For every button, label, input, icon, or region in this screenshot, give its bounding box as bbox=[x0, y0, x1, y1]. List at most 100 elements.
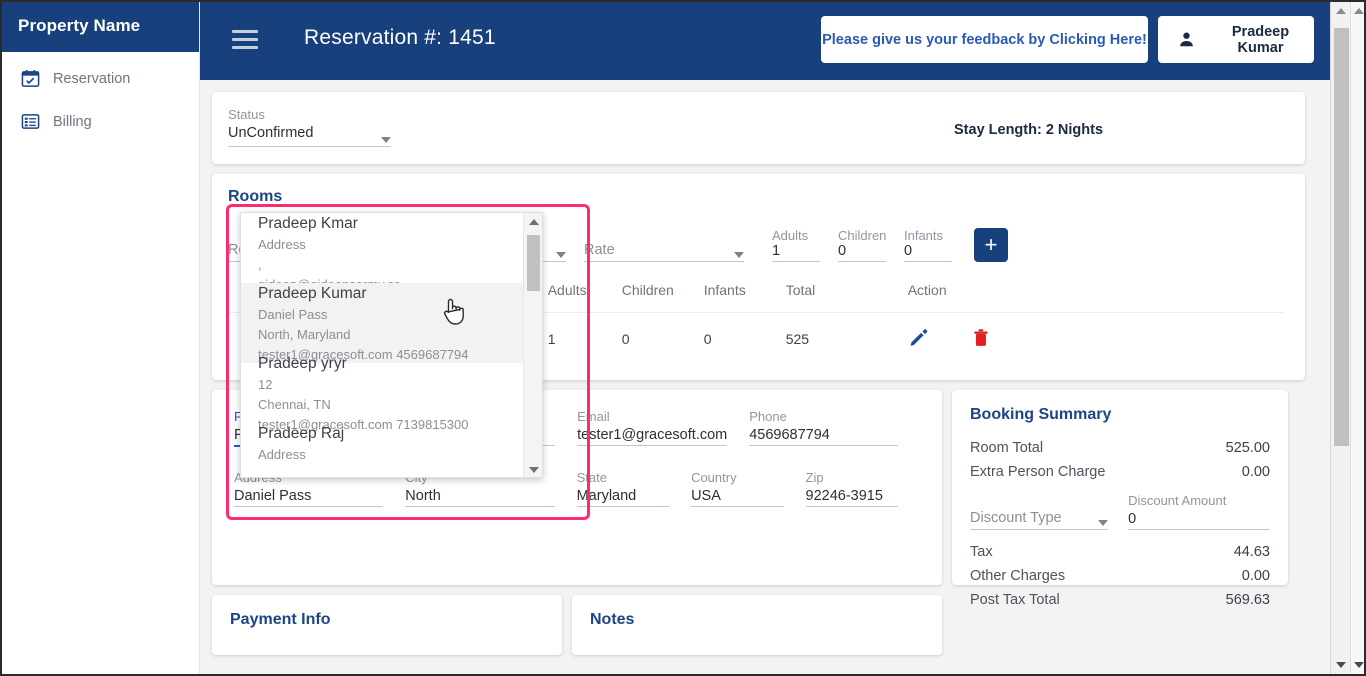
autocomplete-line2: Chennai, TN bbox=[258, 397, 331, 412]
autocomplete-line1: Daniel Pass bbox=[258, 307, 328, 322]
list-item[interactable]: Pradeep Raj Address bbox=[241, 423, 525, 477]
rate-select[interactable]: Rate bbox=[584, 242, 744, 262]
chevron-down-icon bbox=[734, 252, 744, 258]
summary-label: Tax bbox=[970, 544, 993, 560]
page-title: Reservation #: 1451 bbox=[304, 26, 496, 49]
status-label: Status bbox=[228, 107, 265, 122]
scroll-down-arrow-icon[interactable] bbox=[1353, 662, 1364, 668]
browser-vertical-scrollbar[interactable] bbox=[1350, 0, 1366, 676]
email-value: tester1@gracesoft.com bbox=[577, 425, 728, 446]
user-menu-button[interactable]: Pradeep Kumar bbox=[1158, 16, 1314, 63]
phone-value: 4569687794 bbox=[749, 425, 898, 446]
feedback-button[interactable]: Please give us your feedback by Clicking… bbox=[821, 16, 1148, 63]
guest-autocomplete-dropdown[interactable]: Pradeep Kmar Address , gideon@gideonsarm… bbox=[240, 212, 543, 478]
discount-amount-label: Discount Amount bbox=[1128, 493, 1227, 508]
sidebar-item-billing[interactable]: Billing bbox=[0, 100, 199, 143]
trash-icon[interactable] bbox=[971, 328, 991, 351]
status-select[interactable]: Status UnConfirmed bbox=[228, 106, 391, 147]
mouse-cursor-pointer-icon bbox=[440, 296, 466, 333]
hamburger-icon[interactable] bbox=[232, 30, 258, 49]
stay-length-label: Stay Length: 2 Nights bbox=[954, 122, 1104, 138]
status-card: Status UnConfirmed Stay Length: 2 Nights bbox=[212, 92, 1305, 164]
payment-info-title: Payment Info bbox=[230, 611, 331, 628]
adults-label: Adults bbox=[772, 228, 809, 243]
scroll-up-arrow-icon[interactable] bbox=[1335, 8, 1346, 14]
scroll-up-arrow-icon[interactable] bbox=[529, 219, 539, 225]
summary-label: Post Tax Total bbox=[970, 592, 1060, 608]
state-label: State bbox=[576, 470, 607, 485]
autocomplete-scrollbar[interactable] bbox=[523, 213, 542, 477]
cell-infants: 0 bbox=[703, 312, 786, 363]
summary-label: Extra Person Charge bbox=[970, 464, 1106, 480]
discount-row: Discount Type Discount Amount 0 bbox=[970, 492, 1270, 530]
autocomplete-line1: Address bbox=[258, 237, 306, 252]
adults-value: 1 bbox=[772, 243, 820, 262]
cell-action bbox=[907, 312, 1284, 363]
inner-vertical-scrollbar[interactable] bbox=[1330, 0, 1350, 676]
notes-title: Notes bbox=[590, 611, 635, 628]
autocomplete-list: Pradeep Kmar Address , gideon@gideonsarm… bbox=[241, 213, 525, 477]
phone-label: Phone bbox=[749, 409, 787, 424]
scrollbar-thumb[interactable] bbox=[1334, 28, 1349, 446]
col-total: Total bbox=[785, 282, 816, 298]
left-sidebar: Property Name Reservation Billing bbox=[0, 0, 200, 676]
summary-label: Room Total bbox=[970, 440, 1044, 456]
scrollbar-thumb[interactable] bbox=[527, 235, 540, 291]
col-children: Children bbox=[621, 282, 674, 298]
summary-row-extra-person: Extra Person Charge 0.00 bbox=[970, 464, 1270, 480]
zip-field[interactable]: Zip 92246-3915 bbox=[805, 469, 898, 507]
booking-summary-card: Booking Summary Room Total 525.00 Extra … bbox=[952, 390, 1288, 608]
scroll-up-arrow-icon[interactable] bbox=[1353, 8, 1364, 14]
list-box-icon bbox=[21, 112, 40, 131]
discount-amount-field[interactable]: Discount Amount 0 bbox=[1128, 492, 1270, 530]
address-value: Daniel Pass bbox=[234, 486, 384, 507]
infants-label: Infants bbox=[904, 228, 944, 243]
rate-placeholder: Rate bbox=[584, 242, 615, 258]
discount-type-select[interactable]: Discount Type bbox=[970, 510, 1109, 530]
email-field[interactable]: Email tester1@gracesoft.com bbox=[577, 408, 728, 447]
col-adults: Adults bbox=[547, 282, 587, 298]
autocomplete-name: Pradeep Raj bbox=[258, 425, 345, 442]
children-label: Children bbox=[838, 228, 886, 243]
sidebar-item-reservation[interactable]: Reservation bbox=[0, 57, 199, 100]
summary-row-post-tax-total: Post Tax Total 569.63 bbox=[970, 592, 1270, 608]
list-item[interactable]: Pradeep Kumar Daniel Pass North, Marylan… bbox=[241, 283, 525, 363]
col-action: Action bbox=[907, 282, 947, 298]
autocomplete-line2: , bbox=[258, 257, 262, 272]
autocomplete-line1: 12 bbox=[258, 377, 273, 392]
zip-value: 92246-3915 bbox=[805, 486, 898, 507]
notes-card: Notes bbox=[572, 595, 942, 655]
zip-label: Zip bbox=[805, 470, 824, 485]
list-item[interactable]: Pradeep yryr 12 Chennai, TN tester1@grac… bbox=[241, 353, 525, 433]
infants-value: 0 bbox=[904, 243, 952, 262]
country-field[interactable]: Country USA bbox=[691, 469, 784, 507]
cell-total: 525 bbox=[785, 312, 908, 363]
email-label: Email bbox=[577, 409, 610, 424]
autocomplete-name: Pradeep yryr bbox=[258, 355, 347, 372]
rooms-section-title: Rooms bbox=[228, 188, 283, 205]
pencil-icon[interactable] bbox=[908, 327, 929, 351]
phone-field[interactable]: Phone 4569687794 bbox=[749, 408, 898, 447]
children-value: 0 bbox=[838, 243, 886, 262]
city-value: North bbox=[405, 486, 555, 507]
children-input[interactable]: Children 0 bbox=[838, 228, 886, 262]
property-brand: Property Name bbox=[0, 0, 199, 52]
cell-children: 0 bbox=[621, 312, 704, 363]
autocomplete-line1: Address bbox=[258, 447, 306, 462]
summary-row-other-charges: Other Charges 0.00 bbox=[970, 568, 1270, 584]
scroll-down-arrow-icon[interactable] bbox=[1335, 662, 1346, 668]
adults-input[interactable]: Adults 1 bbox=[772, 228, 820, 262]
calendar-check-icon bbox=[21, 69, 40, 88]
summary-value: 0.00 bbox=[1241, 464, 1270, 480]
country-label: Country bbox=[691, 470, 737, 485]
infants-input[interactable]: Infants 0 bbox=[904, 228, 952, 262]
status-value: UnConfirmed bbox=[228, 125, 314, 141]
state-field[interactable]: State Maryland bbox=[576, 469, 670, 507]
country-value: USA bbox=[691, 486, 784, 507]
list-item[interactable]: Pradeep Kmar Address , gideon@gideonsarm… bbox=[241, 213, 525, 293]
add-room-button[interactable]: + bbox=[974, 228, 1008, 262]
scroll-down-arrow-icon[interactable] bbox=[529, 467, 539, 473]
application-window: Property Name Reservation Billing Reserv… bbox=[0, 0, 1366, 676]
summary-label: Other Charges bbox=[970, 568, 1066, 584]
autocomplete-name: Pradeep Kumar bbox=[258, 285, 367, 302]
